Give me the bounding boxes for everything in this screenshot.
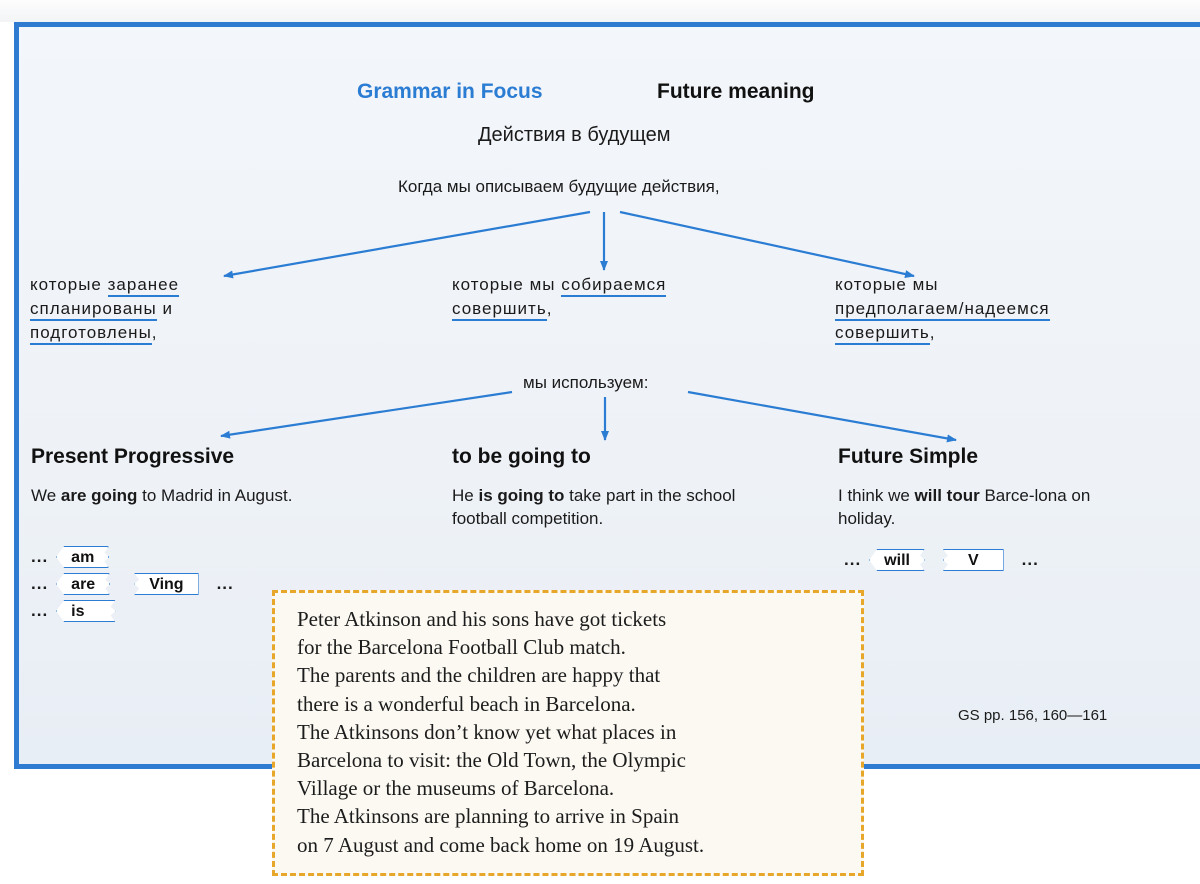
example-emphasis: is going to [478,486,565,505]
tense-present-progressive: Present Progressive [31,445,235,468]
underlined-keyword: предполагаем/надеемся [835,299,1050,321]
ellipsis: ... [31,574,49,593]
formula-row: ... are Ving ... [31,573,234,595]
section-label: Grammar in Focus [357,80,543,103]
underlined-keyword: совершить [452,299,547,321]
underlined-keyword: спланированы [30,299,157,321]
auxiliary-tag: is [56,600,115,622]
condition-text: которые [30,275,108,294]
condition-text: , [546,299,553,318]
example-text: to Madrid in August. [137,486,293,505]
auxiliary-tag: will [869,549,925,571]
condition-text: которые мы [835,275,939,294]
note-line: for the Barcelona Football Club match. [297,635,626,660]
note-line: The parents and the children are happy t… [297,663,661,688]
ellipsis: ... [216,574,234,593]
formula-future-simple: ... will V ... [844,549,1039,571]
condition-planned: которые заранее спланированы и подготовл… [30,273,180,345]
tense-future-simple: Future Simple [838,445,979,468]
formula-row: ... will V ... [844,549,1039,571]
condition-text: , [151,323,158,342]
underlined-keyword: подготовлены [30,323,152,345]
note-line: The Atkinsons are planning to arrive in … [297,804,680,829]
auxiliary-tag: am [56,546,109,568]
example-emphasis: will tour [914,486,980,505]
note-line: The Atkinsons don’t know yet what places… [297,719,677,744]
connector-we-use: мы используем: [523,373,649,392]
condition-suppose: которые мы предполагаем/надеемся соверши… [835,273,1050,345]
grammar-reference: GS pp. 156, 160—161 [958,707,1108,724]
note-line: on 7 August and come back home on 19 Aug… [297,832,705,857]
verb-tag: Ving [134,573,199,595]
ellipsis: ... [31,547,49,566]
page-top-edge [0,0,1200,22]
formula-row: ... am [31,546,234,568]
condition-text: и [156,299,174,318]
verb-tag: V [942,549,1004,571]
example-future-simple: I think we will tour Barce-lona on holid… [838,484,1148,530]
reading-note-box: Peter Atkinson and his sons have got tic… [272,590,864,876]
ellipsis: ... [31,601,49,620]
condition-intend: которые мы собираемся совершить, [452,273,667,321]
example-text: I think we [838,486,915,505]
example-text: He [452,486,479,505]
underlined-keyword: совершить [835,323,930,345]
example-text: We [31,486,61,505]
auxiliary-tag: are [56,573,110,595]
example-going-to: He is going to take part in the school f… [452,484,782,530]
underlined-keyword: собираемся [561,275,667,297]
condition-text: , [929,323,936,342]
underlined-keyword: заранее [107,275,180,297]
note-line: Peter Atkinson and his sons have got tic… [297,607,667,631]
example-emphasis: are going [60,486,138,505]
topic-title: Future meaning [657,80,815,103]
note-line: Village or the museums of Barcelona. [297,776,615,801]
note-line: Barcelona to visit: the Old Town, the Ol… [297,748,686,773]
intro-text: Когда мы описываем будущие действия, [398,177,720,196]
example-present-progressive: We are going to Madrid in August. [31,484,331,507]
note-line: there is a wonderful beach in Barcelona. [297,691,636,716]
ellipsis: ... [844,550,862,569]
ellipsis: ... [1021,550,1039,569]
formula-row: ... is [31,600,234,622]
tense-going-to: to be going to [452,445,591,468]
formula-present-progressive: ... am ... are Ving ... ... is [31,546,234,622]
condition-text: которые мы [452,275,562,294]
subtitle: Действия в будущем [478,124,671,146]
